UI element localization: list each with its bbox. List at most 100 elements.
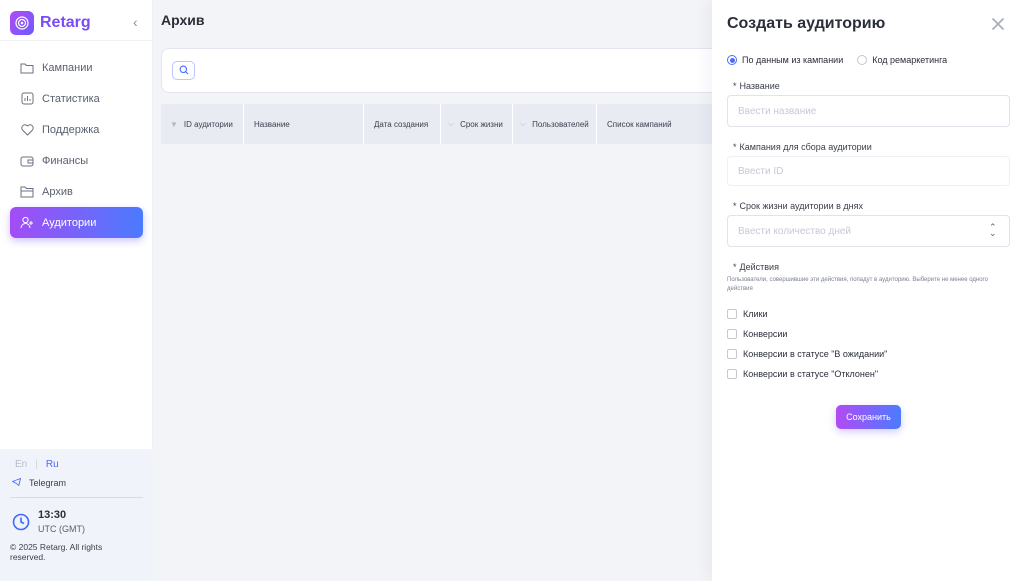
actions-hint: Пользователи, совершившие эти действия, … <box>727 277 988 292</box>
field-label: Срок жизни аудитории в днях <box>739 201 863 211</box>
column-header-name[interactable]: Название <box>244 104 364 144</box>
clock: 13:30 UTC (GMT) <box>12 509 85 534</box>
checkbox-label: Конверсии <box>743 329 788 339</box>
checkbox-label: Клики <box>743 309 768 319</box>
sidebar-item-support[interactable]: Поддержка <box>10 114 143 145</box>
sidebar: Retarg ‹ Кампании Статистика Поддержка Ф… <box>0 0 153 581</box>
chevron-down-icon: ⌵ <box>520 119 527 128</box>
radio-indicator[interactable] <box>727 55 737 65</box>
create-audience-drawer: Создать аудиторию По данным из кампании … <box>712 0 1024 581</box>
sidebar-item-archive[interactable]: Архив <box>10 176 143 207</box>
radio-remarketing-code[interactable]: Код ремаркетинга <box>857 55 947 65</box>
telegram-link[interactable]: Telegram <box>11 477 67 488</box>
folder-icon <box>20 61 34 75</box>
column-header-created[interactable]: Дата создания <box>364 104 441 144</box>
brand-name: Retarg <box>40 14 91 31</box>
lang-en[interactable]: En <box>15 459 27 470</box>
checkbox-clicks[interactable]: Клики <box>727 304 887 324</box>
checkbox-conversions[interactable]: Конверсии <box>727 324 887 344</box>
close-icon[interactable] <box>990 16 1006 32</box>
radio-campaign-data[interactable]: По данным из кампании <box>727 55 843 65</box>
column-label: Список кампаний <box>607 119 672 129</box>
lifetime-label: * Срок жизни аудитории в днях <box>733 201 863 211</box>
page-title: Архив <box>161 12 205 28</box>
table-header: ▼ ID аудитории Название Дата создания ⌵ … <box>161 104 721 144</box>
save-button[interactable]: Сохранить <box>836 405 901 429</box>
campaign-label: * Кампания для сбора аудитории <box>733 142 872 152</box>
field-label: Действия <box>739 262 779 272</box>
sidebar-item-label: Статистика <box>42 92 100 105</box>
required-mark: * <box>733 81 737 91</box>
search-panel <box>161 48 731 93</box>
collapse-sidebar-icon[interactable]: ‹ <box>133 14 138 30</box>
column-label: Пользователей <box>532 119 589 129</box>
search-button[interactable] <box>172 61 195 80</box>
clock-icon <box>12 513 30 531</box>
radio-label: По данным из кампании <box>742 55 844 65</box>
sidebar-item-label: Аудитории <box>42 216 97 229</box>
logo[interactable]: Retarg <box>10 11 91 35</box>
column-label: Дата создания <box>374 119 429 129</box>
heart-icon <box>20 123 34 137</box>
sidebar-item-label: Финансы <box>42 154 89 167</box>
column-label: Срок жизни <box>460 119 503 129</box>
column-header-campaigns[interactable]: Список кампаний <box>597 104 721 144</box>
clock-timezone: UTC (GMT) <box>38 524 85 534</box>
column-label: ID аудитории <box>183 119 233 129</box>
checkbox-label: Конверсии в статусе "В ожидании" <box>743 349 888 359</box>
telegram-icon <box>11 477 22 488</box>
drawer-title: Создать аудиторию <box>727 15 886 32</box>
field-label: Кампания для сбора аудитории <box>739 142 872 152</box>
logo-icon <box>10 11 34 35</box>
chart-icon <box>20 92 34 106</box>
actions-label: * Действия <box>733 262 779 272</box>
checkbox-conversions-rejected[interactable]: Конверсии в статусе "Отклонен" <box>727 364 887 384</box>
clock-time: 13:30 <box>38 509 67 521</box>
user-plus-icon <box>20 216 34 230</box>
divider <box>0 40 153 41</box>
wallet-icon <box>20 154 34 168</box>
sidebar-item-statistics[interactable]: Статистика <box>10 83 143 114</box>
source-radio-group: По данным из кампании Код ремаркетинга <box>727 55 961 65</box>
checkbox-label: Конверсии в статусе "Отклонен" <box>743 369 879 379</box>
checkbox[interactable] <box>727 309 737 319</box>
required-mark: * <box>733 262 737 272</box>
sidebar-item-label: Кампании <box>42 61 93 74</box>
lang-separator: | <box>35 459 38 470</box>
radio-indicator[interactable] <box>857 55 868 65</box>
sidebar-item-finance[interactable]: Финансы <box>10 145 143 176</box>
column-header-users[interactable]: ⌵ Пользователей <box>513 104 597 144</box>
radio-label: Код ремаркетинга <box>872 55 948 65</box>
filter-icon: ▼ <box>170 119 178 129</box>
search-icon <box>179 62 189 80</box>
checkbox[interactable] <box>727 369 737 379</box>
checkbox[interactable] <box>727 349 737 359</box>
checkbox[interactable] <box>727 329 737 339</box>
column-label: Название <box>254 119 290 129</box>
column-header-id[interactable]: ▼ ID аудитории <box>161 104 244 144</box>
copyright: © 2025 Retarg. All rights reserved. <box>10 542 103 562</box>
actions-checklist: Клики Конверсии Конверсии в статусе "В о… <box>727 304 887 384</box>
checkbox-conversions-pending[interactable]: Конверсии в статусе "В ожидании" <box>727 344 887 364</box>
lifetime-days-input[interactable] <box>727 215 1010 247</box>
sidebar-footer: En | Ru Telegram 13:30 UTC (GMT) © 2025 … <box>0 449 153 581</box>
field-label: Название <box>739 81 780 91</box>
telegram-label: Telegram <box>29 478 67 488</box>
sidebar-item-label: Поддержка <box>42 123 100 136</box>
stepper-icon[interactable]: ⌃ ⌄ <box>989 223 997 238</box>
sidebar-item-campaigns[interactable]: Кампании <box>10 52 143 83</box>
chevron-down-icon: ⌵ <box>448 119 455 128</box>
name-label: * Название <box>733 81 780 91</box>
sidebar-nav: Кампании Статистика Поддержка Финансы Ар… <box>10 52 143 238</box>
language-switcher: En | Ru <box>15 459 59 470</box>
sidebar-item-label: Архив <box>42 185 73 198</box>
column-header-lifetime[interactable]: ⌵ Срок жизни <box>441 104 513 144</box>
required-mark: * <box>733 201 737 211</box>
required-mark: * <box>733 142 737 152</box>
campaign-id-input[interactable] <box>727 156 1010 186</box>
divider <box>10 497 143 498</box>
sidebar-item-audiences[interactable]: Аудитории <box>10 207 143 238</box>
name-input[interactable] <box>727 95 1010 127</box>
lang-ru[interactable]: Ru <box>46 459 59 470</box>
archive-icon <box>20 185 34 199</box>
